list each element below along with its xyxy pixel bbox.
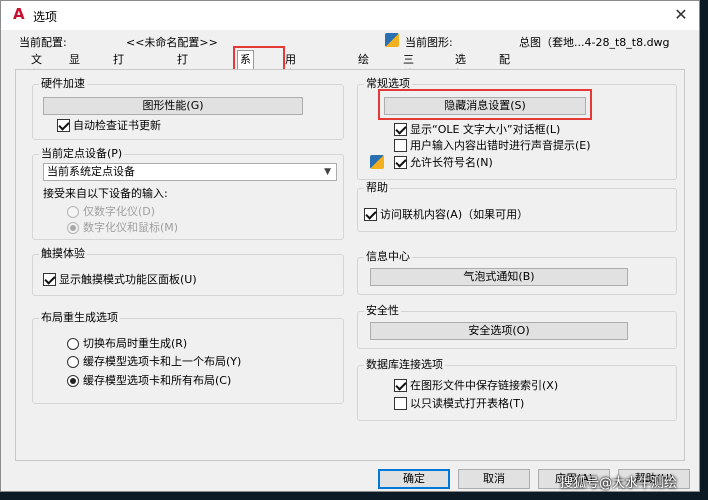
pointing-device-title: 当前定点设备(P) [39, 147, 125, 161]
access-online-content-checkbox[interactable] [364, 208, 377, 221]
store-link-index-checkbox[interactable] [394, 379, 407, 392]
chevron-down-icon: ▼ [324, 167, 331, 177]
close-button[interactable]: ✕ [669, 4, 693, 26]
db-connect-title: 数据库连接选项 [364, 358, 445, 372]
open-tables-readonly-checkbox[interactable] [394, 397, 407, 410]
show-ole-text-size-label: 显示“OLE 文字大小”对话框(L) [410, 123, 561, 136]
pointing-device-group: 当前定点设备(P) 当前系统定点设备 ▼ 接受来自以下设备的输入: 仅数字化仪(… [32, 147, 344, 240]
cache-model-last-layout-radio[interactable] [67, 356, 79, 368]
beep-on-error-checkbox[interactable] [394, 139, 407, 152]
cache-model-all-layouts-radio[interactable] [67, 375, 79, 387]
digitizer-only-radio[interactable] [67, 206, 79, 218]
digitizer-and-mouse-label: 数字化仪和鼠标(M) [83, 221, 179, 234]
layout-regen-title: 布局重生成选项 [39, 311, 120, 325]
tab-files[interactable]: 文件 [31, 52, 42, 81]
security-group: 安全性 安全选项(O) [357, 304, 677, 349]
store-link-index-label: 在图形文件中保存链接索引(X) [410, 379, 559, 392]
regen-on-switch-label: 切换布局时重生成(R) [83, 337, 188, 350]
system-tab-panel: 硬件加速 图形性能(G) 自动检查证书更新 当前定点设备(P) 当前系统定点设备… [15, 69, 685, 461]
hidden-message-highlight-box [378, 89, 592, 120]
current-drawing-label: 当前图形: [405, 36, 453, 49]
allow-long-symbol-names-label: 允许长符号名(N) [410, 156, 493, 169]
security-title: 安全性 [364, 304, 401, 318]
balloon-notifications-button[interactable]: 气泡式通知(B) [370, 268, 628, 286]
info-center-title: 信息中心 [364, 250, 412, 264]
allow-long-symbol-names-checkbox[interactable] [394, 156, 407, 169]
regen-on-switch-radio[interactable] [67, 338, 79, 350]
show-touch-ribbon-label: 显示触摸模式功能区面板(U) [59, 273, 197, 286]
application-icon [370, 155, 384, 169]
graphics-performance-button[interactable]: 图形性能(G) [43, 97, 303, 115]
current-config-value: <<未命名配置>> [126, 36, 218, 49]
digitizer-and-mouse-radio[interactable] [67, 222, 79, 234]
auto-check-cert-label: 自动检查证书更新 [73, 119, 161, 132]
cache-model-all-layouts-label: 缓存模型选项卡和所有布局(C) [83, 374, 232, 387]
ok-button[interactable]: 确定 [378, 469, 450, 489]
drawing-file-icon [385, 33, 399, 47]
show-touch-ribbon-checkbox[interactable] [43, 273, 56, 286]
db-connect-group: 数据库连接选项 在图形文件中保存链接索引(X) 以只读模式打开表格(T) [357, 358, 677, 421]
profile-row: 当前配置: <<未命名配置>> 当前图形: 总图（套地...4-28_t8_t8… [1, 32, 699, 49]
accept-input-label: 接受来自以下设备的输入: [43, 187, 168, 200]
show-ole-text-size-checkbox[interactable] [394, 123, 407, 136]
current-config-label: 当前配置: [19, 36, 67, 49]
tab-selection[interactable]: 选择集 [455, 52, 466, 96]
hardware-accel-group: 硬件加速 图形性能(G) 自动检查证书更新 [32, 77, 344, 140]
tab-drafting[interactable]: 绘图 [358, 52, 369, 81]
window-title: 选项 [33, 10, 58, 24]
tab-3d-modeling[interactable]: 三维建模 [403, 52, 414, 111]
options-dialog: A 选项 ✕ 当前配置: <<未命名配置>> 当前图形: 总图（套地...4-2… [0, 0, 700, 492]
tab-display[interactable]: 显示 [69, 52, 80, 81]
touch-experience-title: 触摸体验 [39, 247, 87, 261]
help-group: 帮助 访问联机内容(A)（如果可用） [357, 181, 677, 232]
tab-profiles[interactable]: 配置 [499, 52, 510, 81]
pointing-device-select[interactable]: 当前系统定点设备 ▼ [43, 163, 337, 181]
title-bar: A 选项 ✕ [1, 1, 699, 30]
current-drawing-value: 总图（套地...4-28_t8_t8.dwg [519, 36, 670, 49]
autocad-logo-icon: A [13, 5, 25, 23]
access-online-content-label: 访问联机内容(A)（如果可用） [380, 208, 529, 221]
digitizer-only-label: 仅数字化仪(D) [83, 205, 156, 218]
layout-regen-group: 布局重生成选项 切换布局时重生成(R) 缓存模型选项卡和上一个布局(Y) 缓存模… [32, 311, 344, 404]
cancel-button[interactable]: 取消 [458, 469, 530, 489]
tab-open-save[interactable]: 打开和保存 [113, 52, 124, 126]
hardware-accel-title: 硬件加速 [39, 77, 87, 91]
help-title: 帮助 [364, 181, 390, 195]
tab-plot-publish[interactable]: 打印和发布 [177, 52, 188, 126]
tab-user-preferences[interactable]: 用户系统配置 [285, 52, 296, 141]
security-options-button[interactable]: 安全选项(O) [370, 322, 628, 340]
touch-experience-group: 触摸体验 显示触摸模式功能区面板(U) [32, 247, 344, 296]
watermark-text: 搜狐号@大水牛测绘 [560, 476, 678, 491]
pointing-device-selected: 当前系统定点设备 [47, 165, 135, 178]
beep-on-error-label: 用户输入内容出错时进行声音提示(E) [410, 139, 591, 152]
info-center-group: 信息中心 气泡式通知(B) [357, 250, 677, 295]
auto-check-cert-checkbox[interactable] [57, 119, 70, 132]
cache-model-last-layout-label: 缓存模型选项卡和上一个布局(Y) [83, 355, 242, 368]
open-tables-readonly-label: 以只读模式打开表格(T) [410, 397, 525, 410]
